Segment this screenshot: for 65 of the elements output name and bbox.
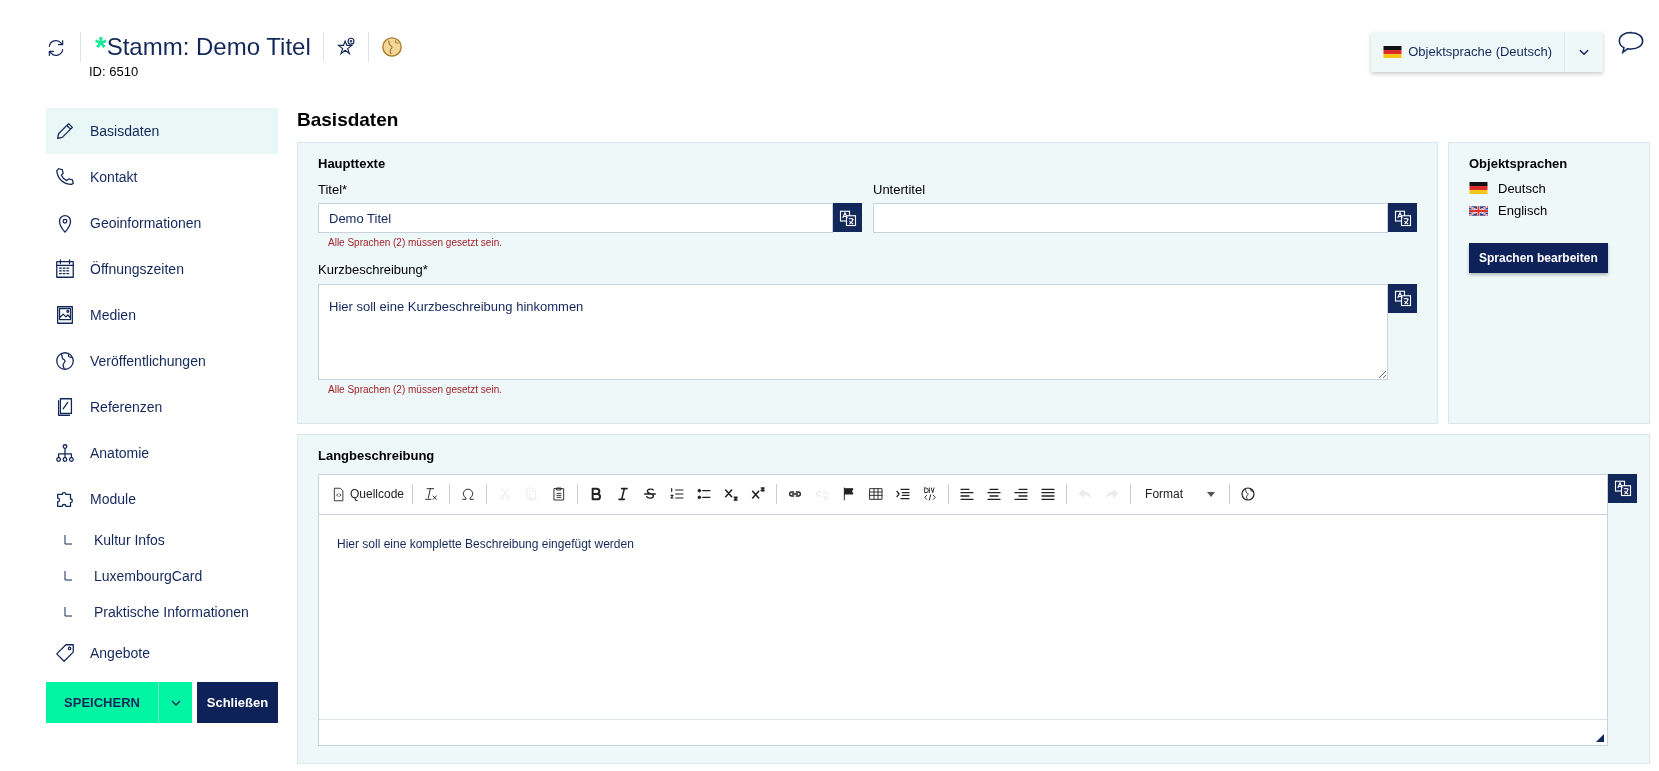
sidebar-item[interactable]: Medien [46,292,278,338]
page-header-title: Stamm: Demo Titel [106,32,311,62]
translate-icon [1613,479,1632,497]
translate-button[interactable] [1388,203,1417,232]
globe-icon [54,350,76,372]
sidebar-item[interactable]: Basisdaten [46,108,278,154]
object-id: ID: 6510 [89,63,140,81]
pencil-icon [54,120,76,142]
branch-icon [64,535,72,545]
branch-icon [64,571,72,581]
field-label: Untertitel [873,180,927,199]
sidebar-item[interactable]: Module [46,476,278,522]
translate-button[interactable] [833,203,862,232]
sidebar-subitem[interactable]: LuxembourgCard [46,558,278,594]
sidebar-item[interactable]: Kontakt [46,154,278,200]
field-label: Titel* [318,180,349,199]
caret-down-icon [1207,491,1216,497]
error-message: Alle Sprachen (2) müssen gesetzt sein. [328,382,503,397]
required-mark: * [95,32,107,62]
translate-button[interactable] [1608,473,1637,503]
sidebar-item[interactable]: Öffnungszeiten [46,246,278,292]
panel-title: Langbeschreibung [318,447,436,465]
globe-button[interactable] [380,36,403,58]
language-name: Deutsch [1498,179,1546,198]
language-selector-label: Objektsprache (Deutsch) [1408,43,1552,62]
calendar-icon [54,258,76,280]
sidebar-item[interactable]: Angebote [46,630,278,676]
hierarchy-icon [54,442,76,464]
sidebar-item[interactable]: Referenzen [46,384,278,430]
comment-button[interactable] [1617,30,1645,56]
flag-icon [1469,204,1488,217]
textarea-input[interactable]: Hier soll eine Kurzbeschreibung hinkommen [318,283,1388,380]
flag-icon [1469,182,1488,195]
favorite-button[interactable] [335,36,356,58]
text-input[interactable]: Demo Titel [318,203,833,233]
source-code-button[interactable]: Quellcode [331,485,405,503]
refresh-icon [46,38,66,58]
sidebar-item[interactable]: Veröffentlichungen [46,338,278,384]
sidebar-subitem[interactable]: Kultur Infos [46,522,278,558]
flag-icon [1383,46,1403,58]
image-icon [54,304,76,326]
field-label: Kurzbeschreibung* [318,261,429,279]
resize-handle-icon[interactable] [1596,733,1604,742]
phone-icon [54,166,76,188]
language-name: Englisch [1498,202,1548,220]
language-selector[interactable]: Objektsprache (Deutsch) [1371,32,1603,72]
translate-icon [1393,208,1412,227]
sidebar-subitem[interactable]: Praktische Informationen [46,594,278,630]
translate-button[interactable] [1388,283,1417,313]
translate-icon [1393,289,1412,307]
sidebar-item[interactable]: Geoinformationen [46,200,278,246]
edit-languages-button[interactable]: Sprachen bearbeiten [1469,242,1608,273]
section-heading: Basisdaten [297,108,400,132]
branch-icon [64,607,72,617]
format-dropdown[interactable]: Format [1139,485,1222,503]
text-input[interactable] [873,203,1388,233]
translate-icon [838,208,857,227]
error-message: Alle Sprachen (2) müssen gesetzt sein. [328,236,503,250]
editor-content: Hier soll eine komplette Beschreibung eingefügt werden [336,535,635,553]
close-button[interactable]: Schließen [197,682,278,723]
sidebar-item[interactable]: Anatomie [46,430,278,476]
code-file-icon [331,486,346,502]
panel-title: Objektsprachen [1469,155,1569,173]
panel-title: Haupttexte [318,155,387,173]
tag-icon [54,642,76,664]
